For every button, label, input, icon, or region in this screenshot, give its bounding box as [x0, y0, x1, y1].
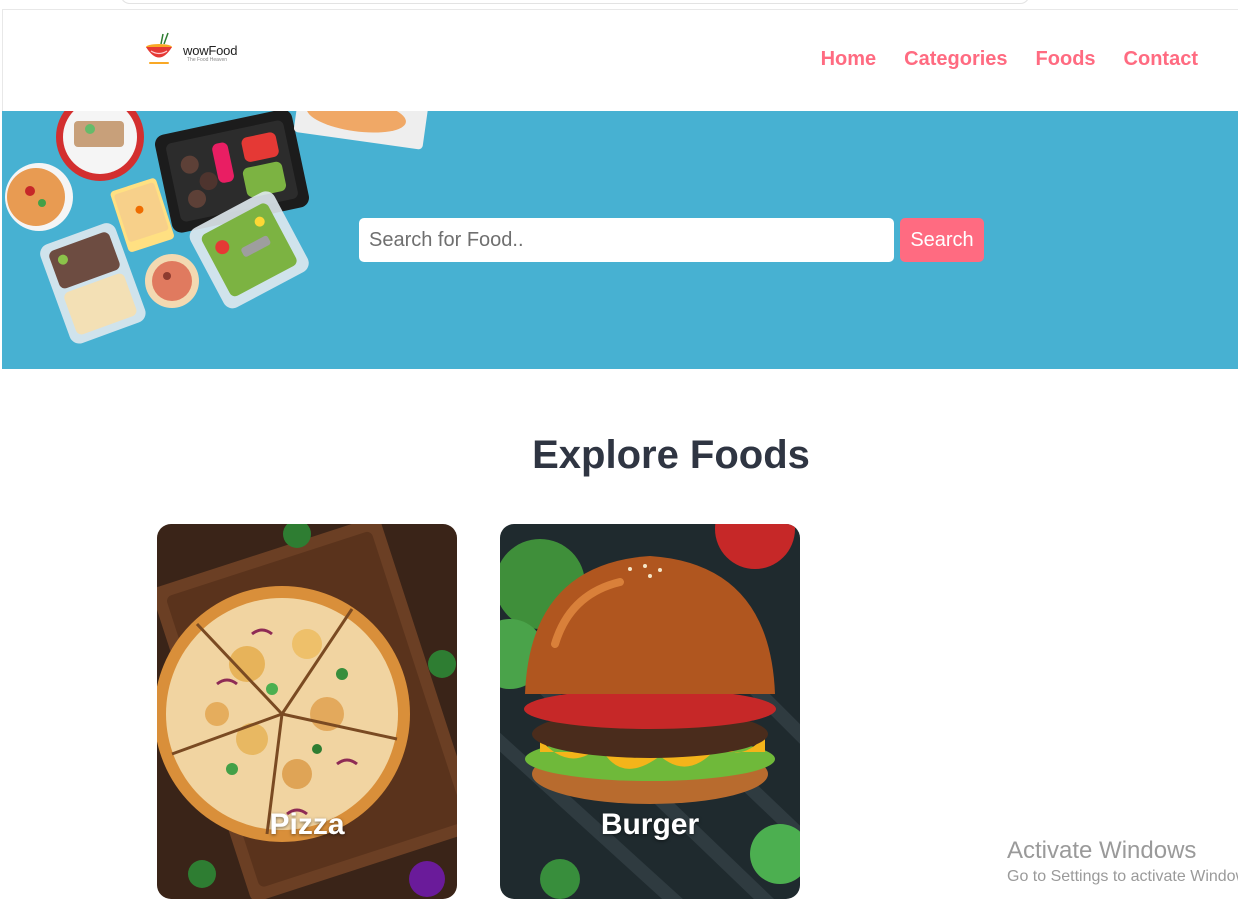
food-search-input[interactable]: [359, 218, 894, 262]
watermark-title: Activate Windows: [1007, 837, 1197, 864]
brand-tagline: The Food Heaven: [187, 57, 228, 63]
nav-contact-link[interactable]: Contact: [1124, 48, 1198, 71]
burger-image: [500, 524, 800, 899]
windows-activation-watermark: Activate Windows Go to Settings to activ…: [1007, 836, 1238, 896]
nav-categories-link[interactable]: Categories: [904, 48, 1007, 71]
pizza-image: [157, 524, 457, 899]
category-card-pizza[interactable]: Pizza: [157, 524, 457, 899]
browser-tab-strip: [120, 0, 1030, 4]
navbar: wowFood The Food Heaven Home Categories …: [2, 9, 1238, 111]
brand-name: wowFood: [183, 43, 238, 58]
food-bowl-logo-icon: [146, 32, 172, 64]
main-menu: Home Categories Foods Contact: [821, 48, 1198, 71]
logo[interactable]: wowFood The Food Heaven: [143, 32, 253, 72]
food-search-hero: Search: [2, 111, 1238, 369]
watermark-subtitle: Go to Settings to activate Windows.: [1007, 868, 1238, 885]
search-button[interactable]: Search: [900, 218, 984, 262]
category-label-pizza: Pizza: [269, 808, 345, 841]
section-title: Explore Foods: [532, 433, 810, 477]
nav-home-link[interactable]: Home: [821, 48, 877, 71]
nav-foods-link[interactable]: Foods: [1036, 48, 1096, 71]
category-card-burger[interactable]: Burger: [500, 524, 800, 899]
category-label-burger: Burger: [600, 808, 700, 841]
